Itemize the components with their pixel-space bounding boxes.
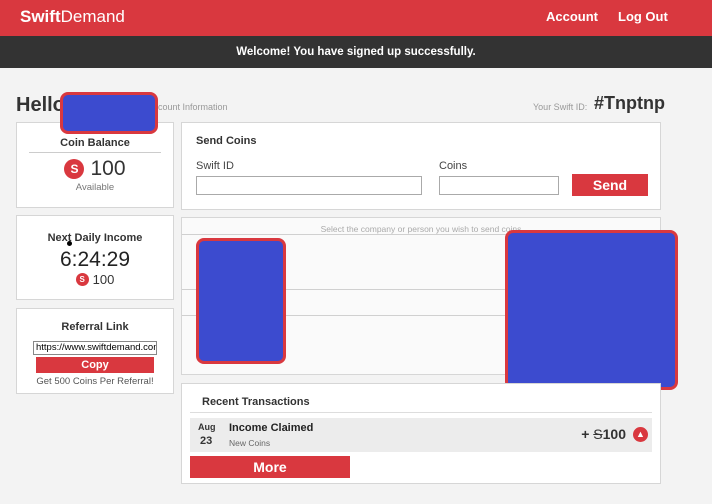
recent-transactions-card: Recent Transactions Aug 23 Income Claime… [181, 383, 661, 484]
transaction-name: Income Claimed [229, 422, 314, 434]
transaction-month: Aug [198, 422, 216, 432]
more-button[interactable]: More [190, 456, 350, 478]
daily-income-amount: 100 [92, 272, 115, 287]
daily-income-timer: 6:24:29 [59, 248, 131, 271]
referral-title: Referral Link [61, 321, 129, 333]
brand-logo[interactable]: SwiftDemand [20, 7, 125, 27]
swift-coin-symbol: S [593, 426, 603, 442]
referral-card: Referral Link https://www.swiftdemand.co… [16, 308, 174, 394]
redacted-area [196, 238, 286, 364]
coin-balance-title: Coin Balance [60, 137, 130, 149]
account-link[interactable]: Account [546, 9, 598, 24]
transaction-sub: New Coins [229, 438, 271, 448]
swift-id-label: Your Swift ID: [533, 102, 588, 112]
swift-coin-icon: S [75, 273, 89, 286]
account-information-label: count Information [158, 102, 228, 112]
coins-input[interactable] [439, 176, 559, 195]
coins-field-label: Coins [439, 160, 468, 172]
amount-value: 100 [602, 426, 626, 442]
recent-transactions-title: Recent Transactions [202, 396, 310, 408]
redacted-username [60, 92, 158, 134]
swift-id-value: #Tnptnp [594, 93, 665, 113]
daily-income-title: Next Daily Income [47, 232, 143, 244]
greeting-text: Hello [16, 94, 65, 116]
daily-income-card: Next Daily Income 6:24:29 S 100 [16, 215, 174, 300]
swift-coin-icon: S [64, 159, 85, 179]
redacted-area [505, 230, 678, 390]
send-coins-card: Send Coins Swift ID Coins Send [181, 122, 661, 210]
coin-balance-sub: Available [75, 182, 115, 193]
transaction-row[interactable]: Aug 23 Income Claimed New Coins + S100 ▲ [190, 418, 652, 452]
top-navbar: SwiftDemand Account Log Out [0, 0, 712, 36]
logout-link[interactable]: Log Out [618, 9, 668, 24]
copy-button[interactable]: Copy [36, 357, 154, 373]
coin-balance-amount: 100 [90, 157, 126, 180]
coin-balance-card: Coin Balance S 100 Available [16, 122, 174, 208]
send-coins-title: Send Coins [196, 135, 257, 147]
logo-light-text: Demand [60, 7, 125, 26]
logo-bold-text: Swift [20, 7, 61, 26]
swift-id-input[interactable] [196, 176, 422, 195]
amount-prefix: + [581, 426, 590, 442]
divider [190, 412, 652, 413]
transaction-amount: + S100 [581, 426, 626, 442]
divider [29, 152, 161, 153]
transaction-day: 23 [200, 435, 213, 447]
swift-id-field-label: Swift ID [196, 160, 234, 172]
welcome-banner: Welcome! You have signed up successfully… [0, 36, 712, 68]
send-button[interactable]: Send [572, 174, 648, 196]
referral-note: Get 500 Coins Per Referral! [36, 376, 154, 387]
referral-link-input[interactable]: https://www.swiftdemand.com [33, 341, 157, 355]
cursor-dot [67, 241, 72, 246]
chevron-up-icon[interactable]: ▲ [633, 427, 648, 442]
